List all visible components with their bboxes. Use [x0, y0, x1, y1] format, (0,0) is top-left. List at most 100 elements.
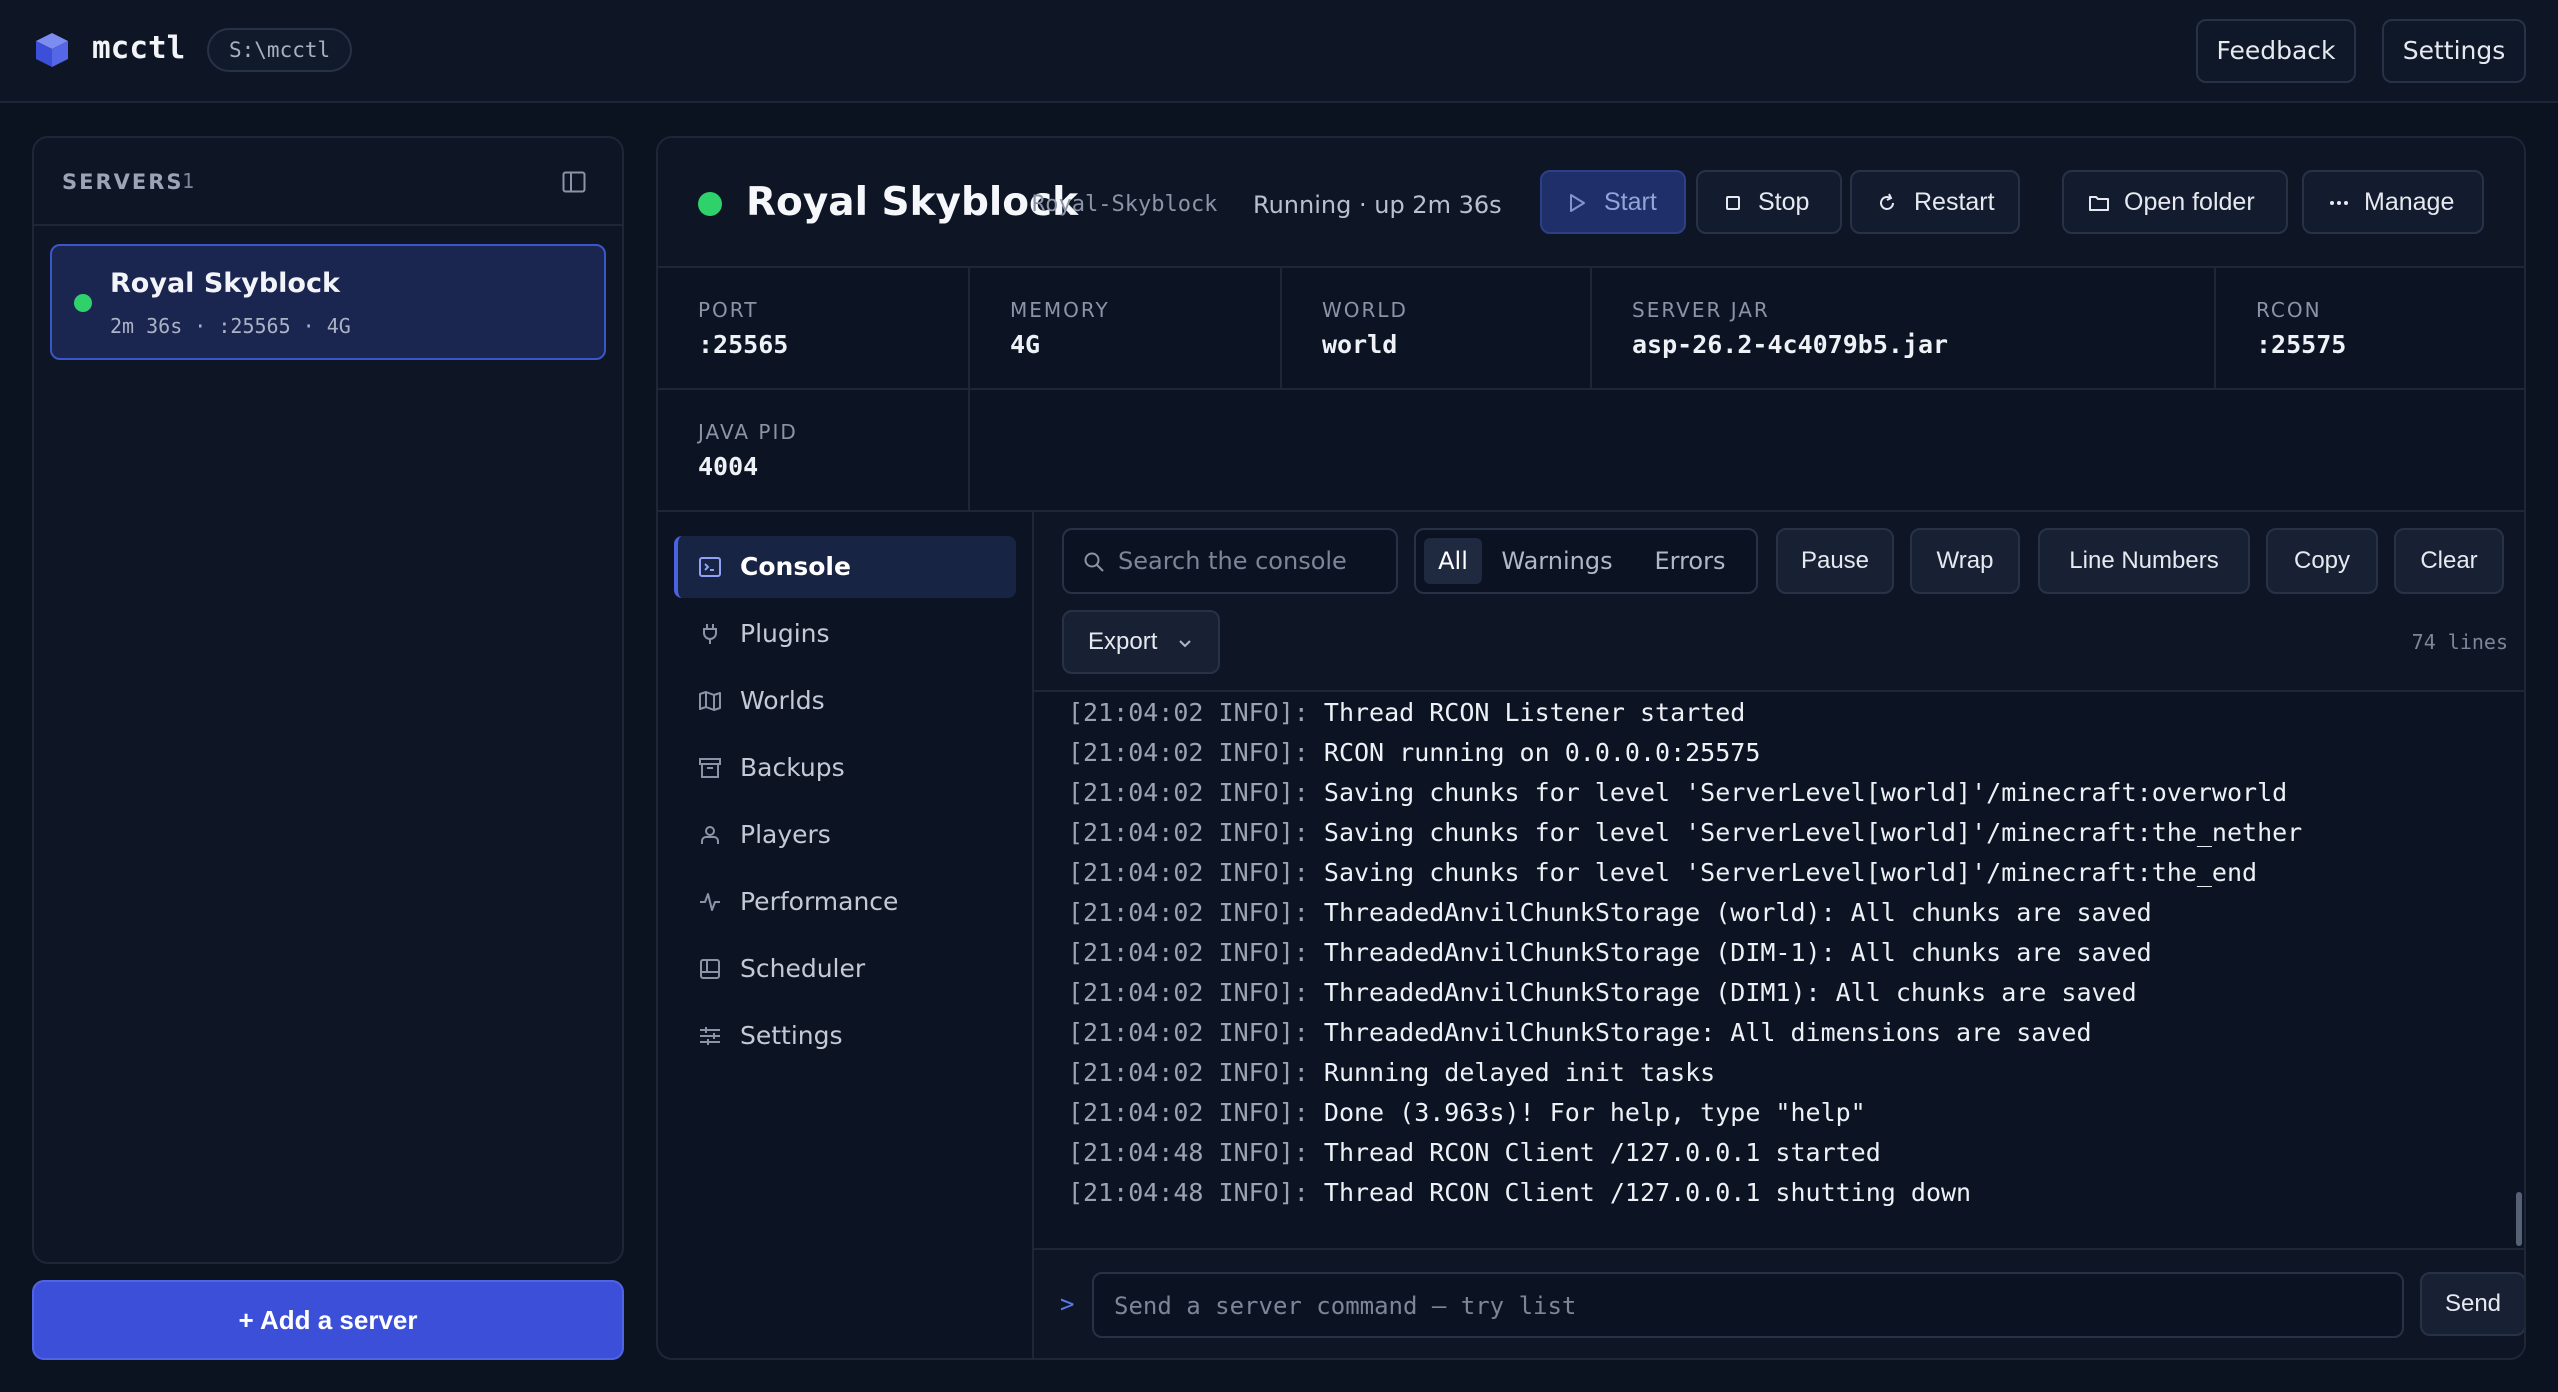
sidebar-title: SERVERS: [62, 170, 184, 194]
server-running-dot: [698, 192, 722, 216]
console-search-input[interactable]: [1118, 542, 1388, 580]
stat-world-label: WORLD: [1322, 298, 1408, 322]
sliders-icon: [700, 1027, 720, 1045]
log-level-filter: All Warnings Errors: [1414, 528, 1758, 594]
stop-button[interactable]: Stop: [1696, 170, 1842, 234]
settings-button[interactable]: Settings: [2382, 19, 2526, 83]
nav-item-label: Scheduler: [740, 954, 866, 983]
log-line: [21:04:02 INFO]: Running delayed init ta…: [1068, 1058, 1716, 1087]
archive-icon: [699, 758, 721, 778]
nav-item-performance[interactable]: Performance: [674, 871, 1016, 933]
add-server-button[interactable]: + Add a server: [32, 1280, 624, 1360]
play-icon: [1570, 194, 1585, 212]
terminal-icon: [699, 557, 721, 577]
add-server-label: Add a server: [259, 1305, 418, 1335]
filter-all[interactable]: All: [1424, 538, 1482, 584]
console-output[interactable]: [21:04:02 INFO]: Thread RCON Listener st…: [1034, 692, 2524, 1248]
copy-button[interactable]: Copy: [2266, 528, 2378, 594]
sidebar-header: SERVERS 1: [34, 138, 622, 226]
nav-item-label: Console: [740, 552, 851, 581]
console-scrollbar[interactable]: [2516, 1192, 2522, 1246]
log-line: [21:04:02 INFO]: Saving chunks for level…: [1068, 818, 2303, 847]
nav-item-settings[interactable]: Settings: [674, 1005, 1016, 1067]
user-icon: [701, 826, 719, 844]
open-folder-button[interactable]: Open folder: [2062, 170, 2288, 234]
restart-button[interactable]: Restart: [1850, 170, 2020, 234]
stat-world: WORLD world: [1282, 268, 1592, 390]
command-input-wrapper[interactable]: [1092, 1272, 2404, 1338]
chevron-down-icon: [1179, 640, 1191, 648]
clear-button[interactable]: Clear: [2394, 528, 2504, 594]
nav-item-players[interactable]: Players: [674, 804, 1016, 866]
pause-button[interactable]: Pause: [1776, 528, 1894, 594]
command-input[interactable]: [1114, 1286, 2374, 1326]
stat-server-jar-label: SERVER JAR: [1632, 298, 1770, 322]
server-detail-panel: Royal Skyblock Royal-Skyblock Running · …: [656, 136, 2526, 1360]
stat-java-pid-label: JAVA PID: [698, 420, 798, 444]
cube-logo-icon: [36, 33, 68, 67]
log-line: [21:04:02 INFO]: Thread RCON Listener st…: [1068, 698, 1746, 727]
export-label: Export: [1088, 628, 1158, 655]
command-bar: > Send: [1034, 1248, 2524, 1358]
log-line: [21:04:48 INFO]: Thread RCON Client /127…: [1068, 1138, 1881, 1167]
stat-java-pid: JAVA PID 4004: [658, 390, 970, 512]
server-title: Royal Skyblock: [746, 180, 1079, 225]
start-button[interactable]: Start: [1540, 170, 1686, 234]
nav-item-console[interactable]: Console: [674, 536, 1016, 598]
nav-item-backups[interactable]: Backups: [674, 737, 1016, 799]
stat-port-value: :25565: [698, 330, 789, 359]
sidebar-collapse-icon[interactable]: [562, 171, 586, 193]
open-folder-label: Open folder: [2124, 188, 2255, 216]
line-count: 74 lines: [2411, 630, 2508, 654]
log-line: [21:04:02 INFO]: Done (3.963s)! For help…: [1068, 1098, 1866, 1127]
manage-button[interactable]: Manage: [2302, 170, 2484, 234]
running-status-dot: [74, 294, 92, 312]
nav-item-label: Backups: [740, 753, 845, 782]
export-dropdown[interactable]: Export: [1062, 610, 1220, 674]
stat-rcon: RCON :25575: [2216, 268, 2524, 390]
stat-rcon-value: :25575: [2256, 330, 2347, 359]
line-numbers-button[interactable]: Line Numbers: [2038, 528, 2250, 594]
stop-icon: [1726, 196, 1740, 210]
wrap-button[interactable]: Wrap: [1910, 528, 2020, 594]
nav-item-label: Worlds: [740, 686, 825, 715]
log-line: [21:04:02 INFO]: Saving chunks for level…: [1068, 778, 2288, 807]
server-nav: Console Plugins Worlds Backups Players P…: [658, 512, 1034, 1358]
stat-empty: [970, 390, 2524, 512]
log-line: [21:04:02 INFO]: ThreadedAnvilChunkStora…: [1068, 898, 2152, 927]
log-line: [21:04:02 INFO]: Saving chunks for level…: [1068, 858, 2258, 887]
feedback-button[interactable]: Feedback: [2196, 19, 2356, 83]
stat-port-label: PORT: [698, 298, 759, 322]
stat-port: PORT :25565: [658, 268, 970, 390]
filter-errors[interactable]: Errors: [1634, 538, 1746, 584]
server-list-item-name: Royal Skyblock: [110, 268, 340, 299]
log-line: [21:04:02 INFO]: ThreadedAnvilChunkStora…: [1068, 978, 2137, 1007]
console-toolbar: All Warnings Errors Pause Wrap Line Numb…: [1034, 512, 2524, 692]
stop-label: Stop: [1758, 188, 1810, 216]
nav-item-plugins[interactable]: Plugins: [674, 603, 1016, 665]
nav-item-scheduler[interactable]: Scheduler: [674, 938, 1016, 1000]
server-list-item-meta: 2m 36s · :25565 · 4G: [110, 314, 351, 338]
send-button[interactable]: Send: [2420, 1272, 2524, 1336]
log-line: [21:04:48 INFO]: Thread RCON Client /127…: [1068, 1178, 1972, 1207]
stat-memory: MEMORY 4G: [970, 268, 1282, 390]
server-header: Royal Skyblock Royal-Skyblock Running · …: [658, 138, 2524, 268]
stat-memory-label: MEMORY: [1010, 298, 1110, 322]
nav-item-label: Plugins: [740, 619, 830, 648]
server-list-item[interactable]: Royal Skyblock 2m 36s · :25565 · 4G: [50, 244, 606, 360]
console-search[interactable]: [1062, 528, 1398, 594]
nav-item-label: Settings: [740, 1021, 843, 1050]
restart-label: Restart: [1914, 188, 1995, 216]
top-bar: mcctl S:\mcctl Feedback Settings: [0, 0, 2558, 103]
server-status-text: Running · up 2m 36s: [1253, 191, 1502, 219]
server-id: Royal-Skyblock: [1032, 192, 1218, 217]
plug-icon: [703, 624, 717, 644]
stat-server-jar: SERVER JAR asp-26.2-4c4079b5.jar: [1592, 268, 2216, 390]
app-name: mcctl: [92, 30, 186, 66]
filter-warnings[interactable]: Warnings: [1494, 538, 1620, 584]
server-stats-grid: PORT :25565 MEMORY 4G WORLD world SERVER…: [658, 268, 2524, 512]
calendar-icon: [700, 959, 720, 979]
folder-icon: [2089, 196, 2109, 211]
plus-icon: +: [238, 1305, 260, 1335]
nav-item-worlds[interactable]: Worlds: [674, 670, 1016, 732]
